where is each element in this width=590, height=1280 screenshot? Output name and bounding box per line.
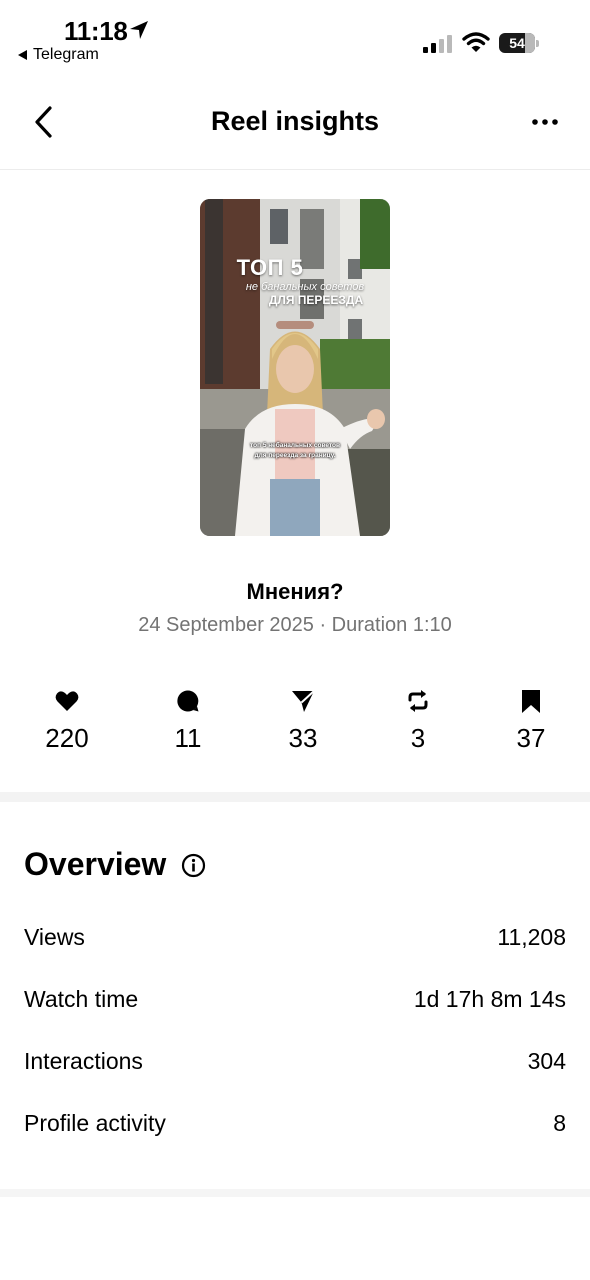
reposts-count: 3 [410, 723, 426, 753]
overview-row-watch-time[interactable]: Watch time 1d 17h 8m 14s [24, 986, 566, 1016]
stat-likes[interactable]: 220 [17, 688, 117, 754]
stat-comments[interactable]: 11 [138, 688, 238, 754]
views-value: 11,208 [497, 924, 566, 950]
repost-icon [408, 690, 428, 712]
status-time: 11:18 [64, 16, 128, 46]
shares-count: 33 [288, 723, 318, 753]
reel-meta: 24 September 2025 · Duration 1:10 [138, 614, 452, 636]
subtitle-line-2: для переезда за границу. [254, 452, 336, 459]
reel-thumbnail[interactable]: ТОП 5 не банальных советов ДЛЯ ПЕРЕЕЗДА … [200, 199, 390, 536]
more-horizontal-icon[interactable] [530, 110, 560, 134]
comment-icon [177, 690, 199, 712]
likes-count: 220 [45, 723, 89, 753]
overview-title: Overview [24, 846, 167, 882]
profile-activity-label: Profile activity [24, 1110, 166, 1136]
header-divider [0, 169, 590, 170]
stat-saves[interactable]: 37 [481, 688, 581, 754]
overlay-mid: не банальных советов [245, 281, 365, 293]
heart-icon [55, 691, 79, 711]
watch-time-value: 1d 17h 8m 14s [413, 986, 566, 1012]
section-divider [0, 792, 590, 802]
info-icon[interactable] [181, 853, 206, 878]
interactions-value: 304 [527, 1048, 566, 1074]
overlay-big: ТОП 5 [236, 255, 304, 280]
wifi-icon [462, 32, 490, 52]
interactions-label: Interactions [24, 1048, 143, 1074]
comments-count: 11 [174, 723, 202, 753]
stat-shares[interactable]: 33 [253, 688, 353, 754]
stat-reposts[interactable]: 3 [368, 688, 468, 754]
overview-row-interactions[interactable]: Interactions 304 [24, 1048, 566, 1078]
subtitle-line-1: топ 5 небанальных советов [250, 442, 340, 449]
bookmark-icon [522, 690, 540, 713]
saves-count: 37 [516, 723, 546, 753]
reel-overlay-text: ТОП 5 не банальных советов ДЛЯ ПЕРЕЕЗДА [200, 255, 390, 307]
watch-time-label: Watch time [24, 986, 139, 1012]
battery-icon: 54 [499, 33, 539, 53]
overview-row-profile-activity[interactable]: Profile activity 8 [24, 1110, 566, 1140]
reel-title: Мнения? [246, 579, 344, 604]
reel-thumbnail-image [200, 199, 390, 536]
overlay-small: ДЛЯ ПЕРЕЕЗДА [268, 293, 364, 307]
page-title: Reel insights [210, 106, 380, 136]
battery-level: 54 [509, 35, 525, 51]
views-label: Views [24, 924, 85, 950]
profile-activity-value: 8 [553, 1110, 566, 1136]
header: Reel insights [0, 90, 590, 154]
status-bar: 11:18 Telegram 54 [0, 0, 590, 70]
back-to-telegram-link[interactable]: Telegram [18, 46, 99, 64]
location-arrow-icon [130, 21, 148, 39]
overview-row-views[interactable]: Views 11,208 [24, 924, 566, 954]
back-app-label: Telegram [33, 46, 99, 63]
send-icon [292, 690, 315, 712]
signal-icon [423, 35, 452, 53]
bottom-divider [0, 1189, 590, 1197]
reel-subtitle: топ 5 небанальных советов для переезда з… [230, 441, 360, 461]
back-triangle-icon [18, 50, 27, 60]
